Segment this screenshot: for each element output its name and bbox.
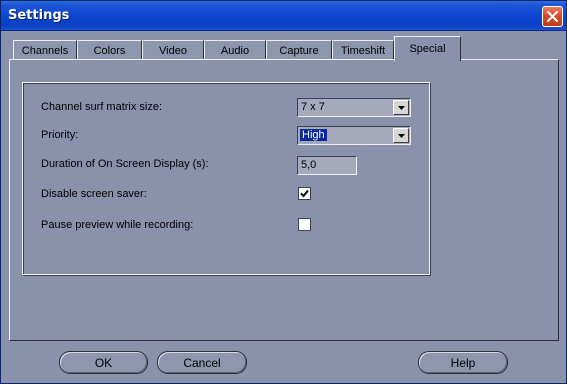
- window-title: Settings: [8, 8, 70, 23]
- help-label: Help: [450, 355, 476, 370]
- tab-colors[interactable]: Colors: [77, 40, 142, 60]
- tab-label: Timeshift: [340, 44, 386, 57]
- tab-label: Video: [159, 44, 187, 57]
- tab-audio[interactable]: Audio: [204, 40, 266, 60]
- pause-preview-checkbox[interactable]: [298, 218, 311, 231]
- tab-timeshift[interactable]: Timeshift: [332, 40, 394, 60]
- tab-label: Special: [409, 43, 446, 55]
- tab-capture[interactable]: Capture: [266, 40, 332, 60]
- surf-matrix-value: 7 x 7: [301, 101, 325, 113]
- close-button[interactable]: [542, 6, 563, 27]
- tab-label: Colors: [93, 44, 126, 57]
- osd-duration-label: Duration of On Screen Display (s):: [41, 158, 209, 170]
- close-x-icon: [547, 11, 558, 22]
- cancel-label: Cancel: [183, 355, 221, 370]
- tab-label: Capture: [279, 44, 319, 57]
- dropdown-button[interactable]: [393, 128, 409, 143]
- chevron-down-icon: [397, 105, 405, 110]
- tab-strip: Channels Colors Video Audio Capture Time…: [9, 36, 559, 61]
- surf-matrix-select[interactable]: 7 x 7: [297, 98, 411, 117]
- help-button[interactable]: Help: [418, 351, 508, 374]
- priority-label: Priority:: [41, 129, 79, 141]
- chevron-down-icon: [397, 133, 405, 138]
- priority-value: High: [300, 129, 327, 141]
- tab-channels[interactable]: Channels: [13, 40, 77, 60]
- disable-screensaver-label: Disable screen saver:: [41, 188, 147, 200]
- tab-label: Audio: [220, 44, 250, 57]
- tab-special[interactable]: Special: [394, 36, 461, 61]
- tab-label: Channels: [21, 44, 69, 57]
- title-bar[interactable]: Settings: [1, 1, 566, 31]
- ok-button[interactable]: OK: [59, 351, 148, 374]
- disable-screensaver-checkbox[interactable]: [298, 187, 311, 200]
- dropdown-button[interactable]: [393, 100, 409, 115]
- tab-video[interactable]: Video: [142, 40, 204, 60]
- checkmark-icon: [300, 189, 309, 198]
- osd-duration-input[interactable]: 5,0: [297, 156, 357, 175]
- ok-label: OK: [94, 355, 113, 370]
- priority-select[interactable]: High: [297, 126, 411, 145]
- settings-dialog: Settings Channels Colors Video Audio Cap…: [0, 0, 567, 384]
- pause-preview-label: Pause preview while recording:: [41, 219, 194, 231]
- surf-matrix-label: Channel surf matrix size:: [41, 101, 163, 113]
- cancel-button[interactable]: Cancel: [157, 351, 247, 374]
